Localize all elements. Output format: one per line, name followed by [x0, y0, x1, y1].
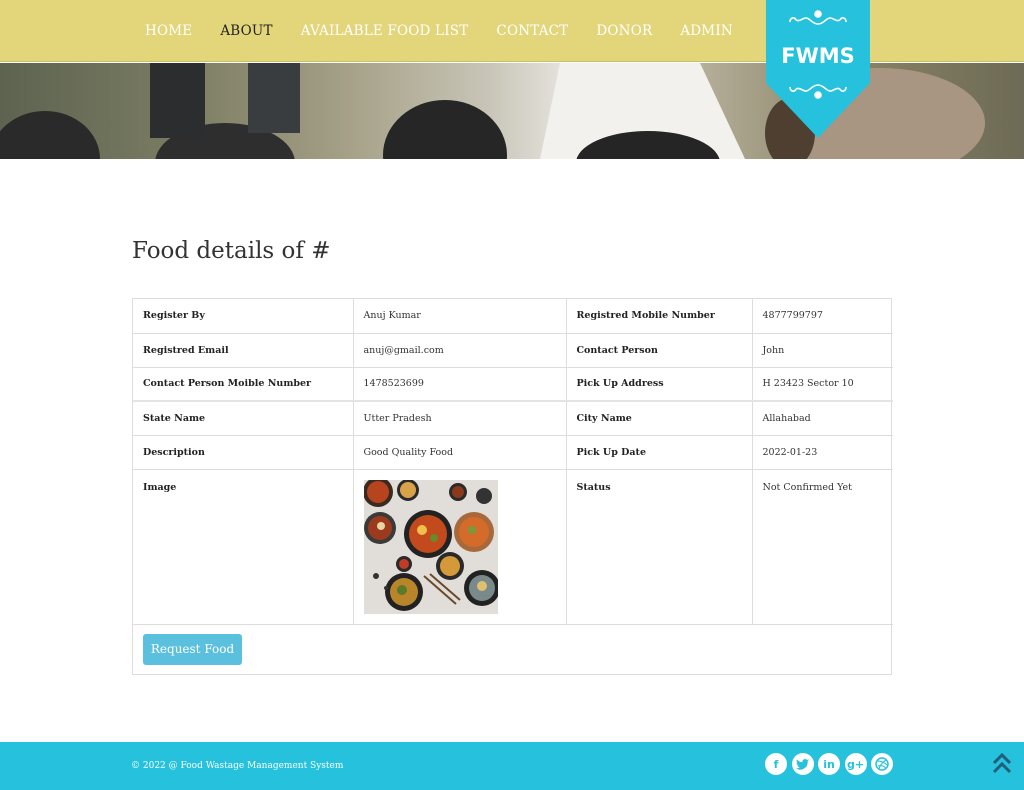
site-logo[interactable]: FWMS	[766, 0, 870, 138]
google-plus-icon[interactable]: g+	[844, 753, 867, 775]
city-name-label: City Name	[565, 400, 753, 436]
main-nav: HOME ABOUT AVAILABLE FOOD LIST CONTACT D…	[131, 0, 747, 62]
nav-donor[interactable]: DONOR	[582, 23, 666, 39]
city-name-value: Allahabad	[751, 400, 893, 436]
table-row: Registred Email anuj@gmail.com Contact P…	[133, 332, 893, 368]
linkedin-icon[interactable]: in	[818, 753, 840, 775]
table-row: Description Good Quality Food Pick Up Da…	[133, 434, 893, 470]
pickup-address-value: H 23423 Sector 10	[751, 366, 893, 402]
state-name-label: State Name	[133, 400, 354, 436]
twitter-icon[interactable]	[791, 753, 814, 775]
nav-admin[interactable]: ADMIN	[666, 23, 747, 39]
description-value: Good Quality Food	[352, 434, 567, 470]
mobile-number-value: 4877799797	[751, 299, 893, 334]
copyright-text: © 2022 @ Food Wastage Management System	[131, 761, 344, 771]
pickup-date-label: Pick Up Date	[565, 434, 753, 470]
food-details-table: Register By Anuj Kumar Registred Mobile …	[133, 299, 893, 625]
table-row: State Name Utter Pradesh City Name Allah…	[133, 400, 893, 436]
back-to-top-button[interactable]	[992, 752, 1012, 776]
contact-person-label: Contact Person	[565, 332, 753, 368]
pickup-address-label: Pick Up Address	[565, 366, 753, 402]
table-row: Image Status Not Confirmed Yet	[133, 468, 893, 625]
nav-contact[interactable]: CONTACT	[482, 23, 582, 39]
hero-banner	[0, 63, 1024, 159]
nav-available-food-list[interactable]: AVAILABLE FOOD LIST	[287, 23, 483, 39]
banner-photo	[0, 63, 985, 159]
double-chevron-up-icon	[992, 752, 1012, 774]
page-title: Food details of #	[132, 238, 331, 264]
register-by-value: Anuj Kumar	[352, 299, 567, 334]
register-by-label: Register By	[133, 299, 354, 334]
facebook-icon[interactable]: f	[765, 753, 787, 775]
action-row: Request Food	[133, 624, 891, 674]
table-row: Contact Person Moible Number 1478523699 …	[133, 366, 893, 402]
image-cell	[352, 468, 567, 625]
pickup-date-value: 2022-01-23	[751, 434, 893, 470]
email-label: Registred Email	[133, 332, 354, 368]
logo-text: FWMS	[781, 44, 855, 68]
state-name-value: Utter Pradesh	[352, 400, 567, 436]
food-details-panel: Register By Anuj Kumar Registred Mobile …	[132, 298, 893, 675]
status-label: Status	[565, 468, 753, 625]
table-row: Register By Anuj Kumar Registred Mobile …	[133, 299, 893, 334]
nav-home[interactable]: HOME	[131, 23, 206, 39]
email-value: anuj@gmail.com	[352, 332, 567, 368]
dribbble-icon[interactable]	[871, 753, 893, 775]
description-label: Description	[133, 434, 354, 470]
social-links: f in g+	[765, 753, 898, 775]
contact-mobile-label: Contact Person Moible Number	[133, 366, 354, 402]
status-value: Not Confirmed Yet	[751, 468, 893, 625]
contact-mobile-value: 1478523699	[352, 366, 567, 402]
mobile-number-label: Registred Mobile Number	[565, 299, 753, 334]
top-navbar: HOME ABOUT AVAILABLE FOOD LIST CONTACT D…	[0, 0, 1024, 62]
request-food-button[interactable]: Request Food	[143, 634, 242, 665]
image-label: Image	[133, 468, 354, 625]
food-image	[363, 479, 498, 614]
nav-about[interactable]: ABOUT	[206, 23, 286, 39]
contact-person-value: John	[751, 332, 893, 368]
